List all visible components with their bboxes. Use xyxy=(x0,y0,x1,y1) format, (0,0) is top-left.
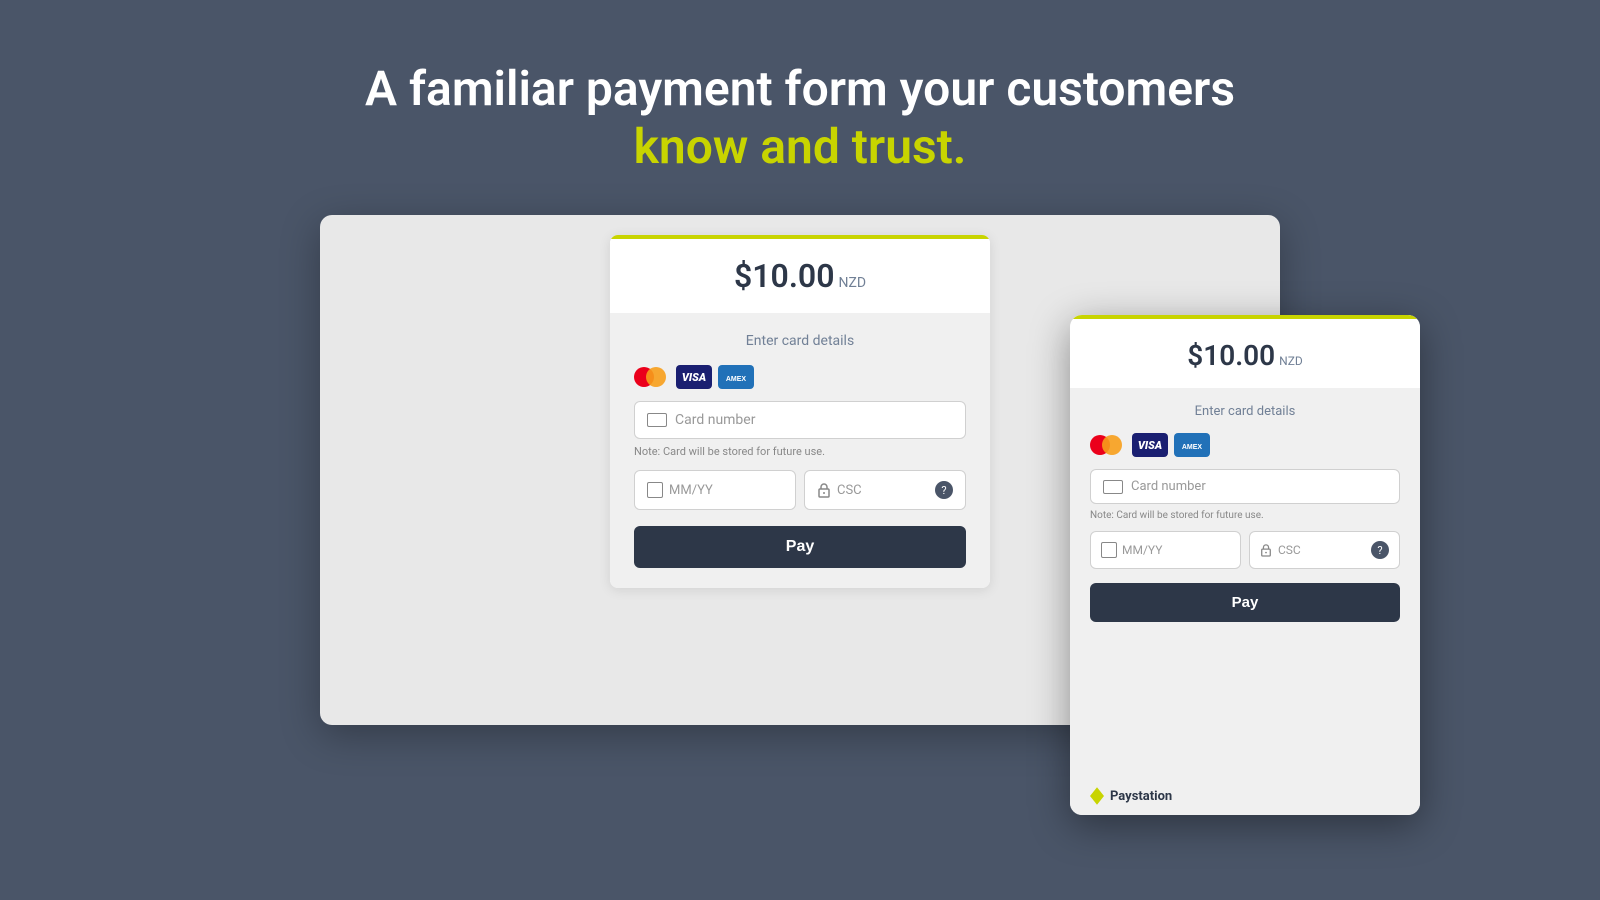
mobile-lock-icon xyxy=(1260,543,1272,557)
mobile-amount: $10.00 xyxy=(1187,339,1275,372)
desktop-expiry-field[interactable]: MM/YY xyxy=(634,470,796,510)
calendar-icon xyxy=(647,482,663,498)
hero-title-line2: know and trust. xyxy=(365,118,1235,176)
card-icon-small xyxy=(647,413,667,427)
mobile-visa-icon: VISA xyxy=(1132,433,1168,457)
desktop-note: Note: Card will be stored for future use… xyxy=(634,445,966,458)
mobile-expiry-placeholder: MM/YY xyxy=(1122,543,1162,557)
cards-container: $10.00NZD Enter card details VISA xyxy=(320,215,1280,795)
mobile-form-title: Enter card details xyxy=(1090,404,1400,419)
svg-text:AMEX: AMEX xyxy=(1182,444,1203,451)
hero-title-line1: A familiar payment form your customers xyxy=(365,60,1235,118)
mobile-card: $10.00 NZD Enter card details VISA AMEX xyxy=(1070,315,1420,815)
mobile-card-icon-small xyxy=(1103,480,1123,494)
desktop-currency: NZD xyxy=(838,275,866,291)
mobile-paystation-diamond-icon xyxy=(1090,787,1104,805)
mobile-csc-placeholder: CSC xyxy=(1278,543,1301,557)
amex-icon: AMEX xyxy=(718,365,754,389)
mobile-amex-icon: AMEX xyxy=(1174,433,1210,457)
mobile-card-number-field[interactable]: Card number xyxy=(1090,469,1400,504)
csc-placeholder: CSC xyxy=(837,483,862,498)
help-icon[interactable]: ? xyxy=(935,481,953,499)
mobile-currency: NZD xyxy=(1279,354,1303,368)
desktop-card-icons: VISA AMEX xyxy=(634,365,966,389)
mobile-pay-button[interactable]: Pay xyxy=(1090,583,1400,622)
mobile-paystation-footer: Paystation xyxy=(1070,777,1420,815)
desktop-pay-button[interactable]: Pay xyxy=(634,526,966,568)
desktop-amount: $10.00 xyxy=(734,257,835,295)
svg-text:AMEX: AMEX xyxy=(726,376,747,383)
lock-icon xyxy=(817,482,831,498)
mobile-expiry-field[interactable]: MM/YY xyxy=(1090,531,1241,569)
hero-text: A familiar payment form your customers k… xyxy=(365,60,1235,175)
mobile-mastercard-icon xyxy=(1090,433,1126,457)
desktop-amount-header: $10.00NZD xyxy=(610,235,990,313)
mobile-note: Note: Card will be stored for future use… xyxy=(1090,510,1400,521)
mobile-card-icons: VISA AMEX xyxy=(1090,433,1400,457)
card-number-placeholder: Card number xyxy=(675,412,755,428)
mobile-help-icon[interactable]: ? xyxy=(1371,541,1389,559)
mobile-csc-field[interactable]: CSC ? xyxy=(1249,531,1400,569)
desktop-form-body: Enter card details VISA AM xyxy=(610,313,990,588)
mobile-calendar-icon xyxy=(1101,542,1117,558)
desktop-card-number-field[interactable]: Card number xyxy=(634,401,966,439)
desktop-form-title: Enter card details xyxy=(634,333,966,349)
mobile-card-number-placeholder: Card number xyxy=(1131,479,1206,494)
expiry-placeholder: MM/YY xyxy=(669,483,713,498)
desktop-row-inputs: MM/YY CSC ? xyxy=(634,470,966,510)
desktop-csc-field[interactable]: CSC ? xyxy=(804,470,966,510)
visa-icon: VISA xyxy=(676,365,712,389)
mobile-amount-header: $10.00 NZD xyxy=(1070,315,1420,388)
mobile-paystation-label: Paystation xyxy=(1110,790,1172,803)
mobile-row-inputs: MM/YY CSC ? xyxy=(1090,531,1400,569)
mastercard-icon xyxy=(634,365,670,389)
mobile-form-body: Enter card details VISA AMEX xyxy=(1070,388,1420,777)
desktop-payment-form: $10.00NZD Enter card details VISA xyxy=(610,235,990,588)
